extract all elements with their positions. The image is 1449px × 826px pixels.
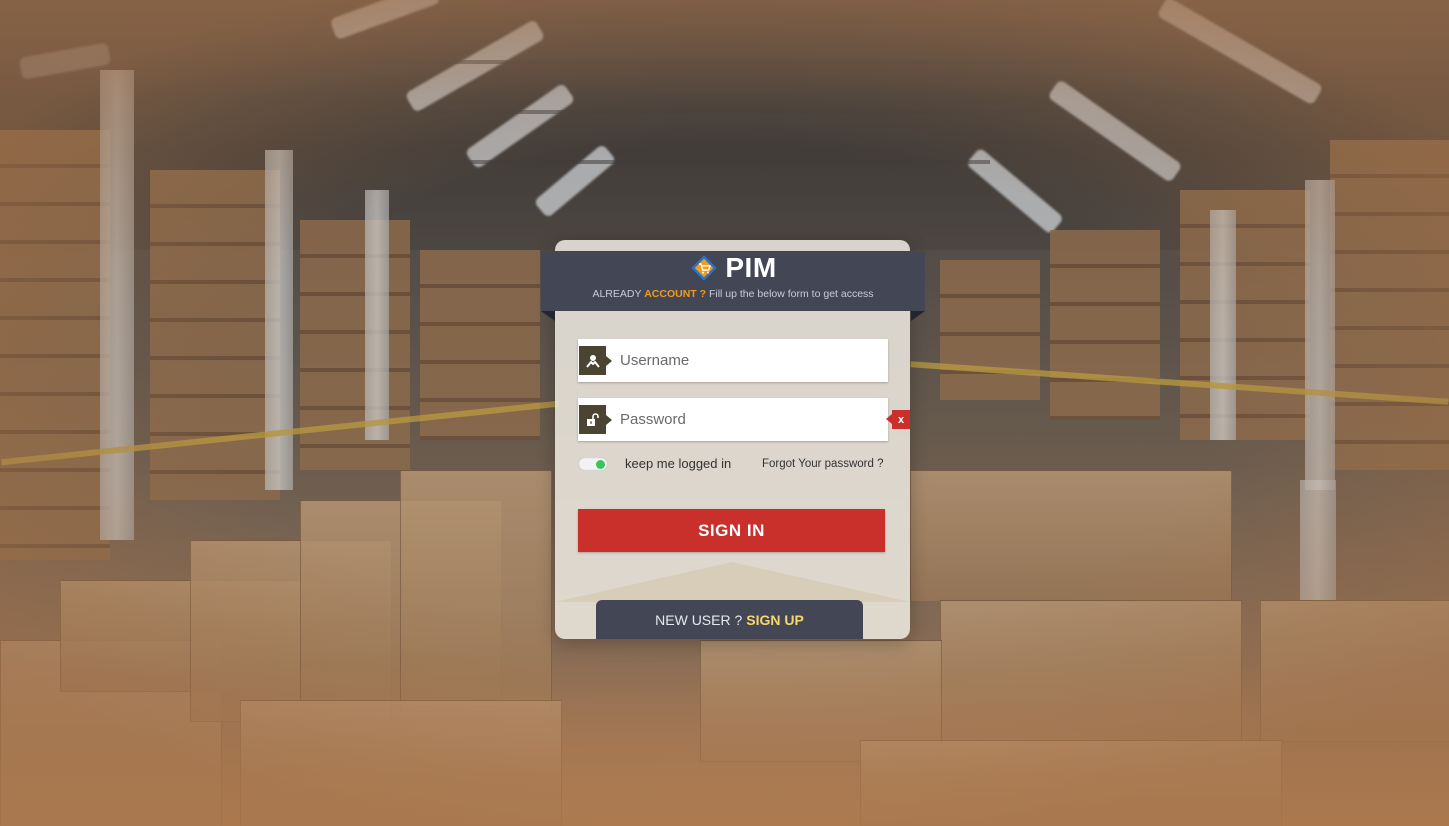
fold-triangle: [555, 562, 910, 602]
unlock-icon: [579, 405, 612, 434]
keep-logged-in-toggle[interactable]: [578, 457, 608, 471]
sign-in-button[interactable]: SIGN IN: [578, 509, 885, 552]
tagline-accent: ACCOUNT ?: [644, 288, 707, 300]
username-field[interactable]: [578, 339, 888, 382]
password-field[interactable]: [578, 398, 888, 441]
username-input[interactable]: [620, 339, 880, 382]
keep-logged-in-label: keep me logged in: [625, 456, 732, 471]
brand: PIM: [541, 251, 925, 285]
tagline-prefix: ALREADY: [592, 288, 642, 300]
ribbon-fold-left: [541, 311, 555, 321]
tagline: ALREADY ACCOUNT ? Fill up the below form…: [541, 288, 925, 300]
sign-up-tab[interactable]: NEW USER ? SIGN UP: [596, 600, 863, 639]
sign-up-link[interactable]: SIGN UP: [746, 612, 804, 628]
ribbon-fold-right: [911, 311, 925, 321]
tagline-suffix: Fill up the below form to get access: [708, 288, 874, 300]
password-input[interactable]: [620, 398, 880, 441]
toggle-knob: [596, 460, 605, 469]
brand-name: PIM: [725, 252, 777, 283]
cart-diamond-icon: [689, 253, 719, 283]
password-error-badge: x: [886, 410, 910, 429]
forgot-password-link[interactable]: Forgot Your password ?: [762, 458, 883, 470]
new-user-question: NEW USER ?: [655, 611, 743, 628]
user-icon: [579, 346, 612, 375]
